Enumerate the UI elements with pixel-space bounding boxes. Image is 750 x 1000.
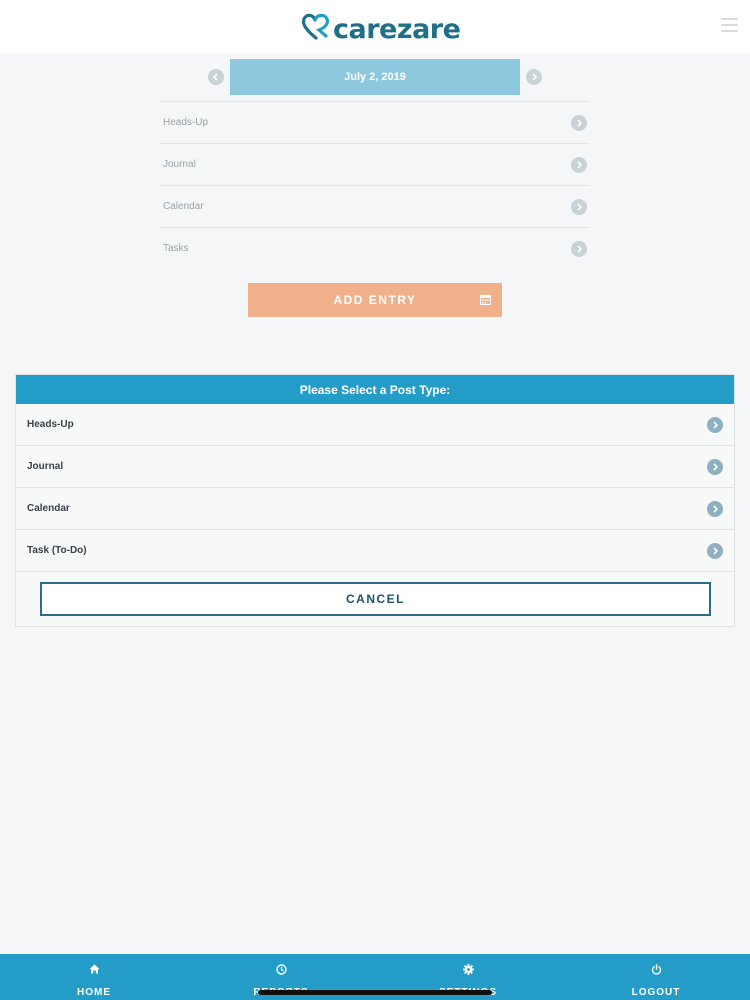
post-type-heads-up[interactable]: Heads-Up [16,404,734,446]
post-type-dialog: Please Select a Post Type: Heads-Up Jour… [15,374,735,627]
logo-wordmark: carezare [333,13,461,45]
home-indicator[interactable] [258,990,492,995]
post-type-label: Journal [27,461,64,472]
post-type-label: Heads-Up [27,419,74,430]
chevron-right-icon [571,241,587,257]
nav-home-label: HOME [77,987,111,998]
list-item-heads-up[interactable]: Heads-Up [160,101,590,143]
add-entry-button[interactable]: ADD ENTRY [248,283,502,317]
calendar-icon [480,295,491,305]
gear-icon [462,962,474,976]
chevron-right-icon [707,417,723,433]
chevron-right-icon [571,199,587,215]
post-type-label: Task (To-Do) [27,545,87,556]
clock-icon [275,962,287,976]
post-type-journal[interactable]: Journal [16,446,734,488]
nav-logout-label: LOGOUT [631,987,681,998]
post-type-label: Calendar [27,503,70,514]
list-item-label: Heads-Up [163,117,209,128]
dialog-title: Please Select a Post Type: [16,375,734,404]
app-header: carezare [0,0,750,53]
list-item-journal[interactable]: Journal [160,143,590,185]
chevron-right-icon [707,543,723,559]
current-date-label: July 2, 2019 [344,71,406,83]
list-item-calendar[interactable]: Calendar [160,185,590,227]
home-icon [89,962,100,976]
entry-category-list: Heads-Up Journal Calendar Tasks [160,101,590,269]
current-date-display[interactable]: July 2, 2019 [230,59,520,95]
chevron-left-icon[interactable] [208,69,224,85]
nav-logout[interactable]: LOGOUT [606,954,706,1000]
chevron-right-icon[interactable] [526,69,542,85]
post-type-task[interactable]: Task (To-Do) [16,530,734,572]
nav-home[interactable]: HOME [44,954,144,1000]
add-entry-label: ADD ENTRY [333,293,417,307]
dialog-title-text: Please Select a Post Type: [299,382,451,397]
list-item-tasks[interactable]: Tasks [160,227,590,269]
chevron-right-icon [571,115,587,131]
list-item-label: Tasks [163,243,189,254]
post-type-calendar[interactable]: Calendar [16,488,734,530]
heart-logo-icon [301,13,330,40]
cancel-button-label: CANCEL [346,592,405,606]
carezare-logo[interactable]: carezare [300,9,461,45]
list-item-label: Journal [163,159,196,170]
hamburger-icon[interactable] [721,18,738,32]
chevron-right-icon [571,157,587,173]
list-item-label: Calendar [163,201,204,212]
chevron-right-icon [707,501,723,517]
power-icon [651,962,662,976]
chevron-right-icon [707,459,723,475]
cancel-button[interactable]: CANCEL [40,582,711,616]
